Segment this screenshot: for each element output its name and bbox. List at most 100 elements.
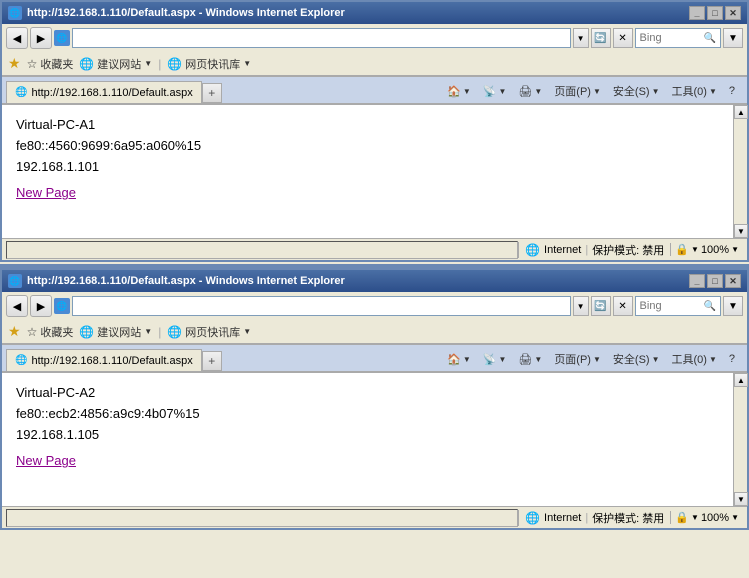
- suggest-site-2[interactable]: 🌐 建议网站 ▼: [79, 324, 152, 340]
- favorites-label-2: 收藏夹: [40, 324, 73, 340]
- safety-btn-2[interactable]: 安全(S) ▼: [609, 349, 664, 369]
- tab-label-2: http://192.168.1.110/Default.aspx: [31, 355, 192, 367]
- tools-btn-1[interactable]: 工具(0) ▼: [668, 81, 721, 101]
- status-segments-2: [6, 509, 518, 527]
- favorites-icon-1: ☆: [27, 57, 38, 71]
- refresh-icon-2[interactable]: 🔄: [591, 296, 611, 316]
- tools-label-1: 工具(0): [672, 83, 707, 99]
- safety-btn-1[interactable]: 安全(S) ▼: [609, 81, 664, 101]
- help-label-2: ?: [729, 353, 735, 365]
- quicklinks-1[interactable]: 🌐 网页快讯库 ▼: [167, 56, 251, 72]
- search-options-btn-2[interactable]: ▼: [723, 296, 743, 316]
- new-page-link-1[interactable]: New Page: [16, 185, 76, 200]
- new-tab-button-2[interactable]: +: [202, 351, 222, 371]
- protected-mode-2: 保护模式: 禁用: [592, 510, 664, 526]
- status-text-2: [6, 509, 518, 527]
- address-dropdown-1[interactable]: ▼: [573, 28, 589, 48]
- suggest-label-1: 建议网站: [97, 56, 141, 72]
- help-btn-1[interactable]: ?: [725, 83, 739, 99]
- window-title-1: http://192.168.1.110/Default.aspx - Wind…: [27, 7, 345, 19]
- scroll-up-btn-2[interactable]: ▲: [734, 373, 748, 387]
- search-button-2[interactable]: 🔍: [704, 301, 716, 312]
- refresh-icon-1[interactable]: 🔄: [591, 28, 611, 48]
- ie-logo-icon-1: 🌐: [8, 6, 22, 20]
- back-button-1[interactable]: ◀: [6, 27, 28, 49]
- scroll-down-btn-1[interactable]: ▼: [734, 224, 748, 238]
- content-main-1: Virtual-PC-A1 fe80::4560:9699:6a95:a060%…: [2, 105, 733, 238]
- zone-separator-2: |: [585, 512, 588, 524]
- tab-command-row-2: 🌐 http://192.168.1.110/Default.aspx + 🏠 …: [2, 345, 747, 371]
- minimize-button-2[interactable]: _: [689, 274, 705, 288]
- address-bar-container-2: 🌐 http://192.168.1.110/Default.aspx ▼: [54, 296, 589, 316]
- active-tab-1[interactable]: 🌐 http://192.168.1.110/Default.aspx: [6, 81, 202, 103]
- status-zone-1: 🌐 Internet | 保护模式: 禁用: [518, 242, 670, 258]
- close-button-2[interactable]: ✕: [725, 274, 741, 288]
- page-arrow-2: ▼: [593, 355, 601, 364]
- ipv6-1: fe80::4560:9699:6a95:a060%15: [16, 136, 719, 157]
- suggest-icon-1: 🌐: [79, 57, 94, 71]
- title-bar-controls-1: _ □ ✕: [689, 6, 741, 20]
- home-btn-2[interactable]: 🏠 ▼: [443, 351, 475, 368]
- home-btn-1[interactable]: 🏠 ▼: [443, 83, 475, 100]
- feeds-btn-2[interactable]: 📡 ▼: [479, 351, 511, 368]
- stop-icon-2[interactable]: ✕: [613, 296, 633, 316]
- stop-icon-1[interactable]: ✕: [613, 28, 633, 48]
- favorites-menu-1[interactable]: ☆ 收藏夹: [27, 56, 74, 72]
- back-button-2[interactable]: ◀: [6, 295, 28, 317]
- help-btn-2[interactable]: ?: [725, 351, 739, 367]
- forward-button-1[interactable]: ▶: [30, 27, 52, 49]
- nav-bar-2: ◀ ▶ 🌐 http://192.168.1.110/Default.aspx …: [2, 292, 747, 320]
- active-tab-2[interactable]: 🌐 http://192.168.1.110/Default.aspx: [6, 349, 202, 371]
- nav-right-btns-1: 🔄 ✕ 🔍 ▼: [591, 28, 743, 48]
- quicklinks-icon-1: 🌐: [167, 57, 182, 71]
- status-bar-1: 🌐 Internet | 保护模式: 禁用 🔒 ▼ 100% ▼: [2, 238, 747, 260]
- feeds-btn-1[interactable]: 📡 ▼: [479, 83, 511, 100]
- forward-button-2[interactable]: ▶: [30, 295, 52, 317]
- new-tab-button-1[interactable]: +: [202, 83, 222, 103]
- minimize-button-1[interactable]: _: [689, 6, 705, 20]
- scroll-track-2[interactable]: [734, 387, 747, 492]
- favorites-menu-2[interactable]: ☆ 收藏夹: [27, 324, 74, 340]
- fav-separator-1: |: [158, 57, 161, 71]
- favorites-bar-2: ★ ☆ 收藏夹 🌐 建议网站 ▼ | 🌐 网页快讯库 ▼: [2, 320, 747, 344]
- search-options-btn-1[interactable]: ▼: [723, 28, 743, 48]
- nav-right-btns-2: 🔄 ✕ 🔍 ▼: [591, 296, 743, 316]
- page-btn-1[interactable]: 页面(P) ▼: [550, 81, 605, 101]
- search-button-1[interactable]: 🔍: [704, 33, 716, 44]
- tab-label-1: http://192.168.1.110/Default.aspx: [31, 87, 192, 99]
- address-input-1[interactable]: http://192.168.1.110/Default.aspx: [72, 28, 571, 48]
- suggest-site-1[interactable]: 🌐 建议网站 ▼: [79, 56, 152, 72]
- new-page-link-2[interactable]: New Page: [16, 453, 76, 468]
- close-button-1[interactable]: ✕: [725, 6, 741, 20]
- print-btn-1[interactable]: 🖨 ▼: [514, 83, 546, 100]
- safety-label-1: 安全(S): [613, 83, 650, 99]
- help-label-1: ?: [729, 85, 735, 97]
- maximize-button-2[interactable]: □: [707, 274, 723, 288]
- title-bar-1: 🌐 http://192.168.1.110/Default.aspx - Wi…: [2, 2, 747, 24]
- address-input-2[interactable]: http://192.168.1.110/Default.aspx: [72, 296, 571, 316]
- zoom-label-2: 100%: [701, 512, 729, 524]
- print-btn-2[interactable]: 🖨 ▼: [514, 351, 546, 368]
- scrollbar-1: ▲ ▼: [733, 105, 747, 238]
- address-ie-icon-1: 🌐: [54, 30, 70, 46]
- address-dropdown-2[interactable]: ▼: [573, 296, 589, 316]
- nav-bar-1: ◀ ▶ 🌐 http://192.168.1.110/Default.aspx …: [2, 24, 747, 52]
- quicklinks-2[interactable]: 🌐 网页快讯库 ▼: [167, 324, 251, 340]
- suggest-arrow-1: ▼: [144, 59, 152, 68]
- page-btn-2[interactable]: 页面(P) ▼: [550, 349, 605, 369]
- search-input-1[interactable]: [640, 32, 700, 44]
- status-bar-2: 🌐 Internet | 保护模式: 禁用 🔒 ▼ 100% ▼: [2, 506, 747, 528]
- scroll-up-btn-1[interactable]: ▲: [734, 105, 748, 119]
- ie-logo-icon-2: 🌐: [8, 274, 22, 288]
- zone-icon-1: 🌐: [525, 243, 540, 257]
- star-icon-2: ★: [8, 323, 21, 340]
- maximize-button-1[interactable]: □: [707, 6, 723, 20]
- scroll-track-1[interactable]: [734, 119, 747, 224]
- tools-btn-2[interactable]: 工具(0) ▼: [668, 349, 721, 369]
- scroll-down-btn-2[interactable]: ▼: [734, 492, 748, 506]
- address-ie-icon-2: 🌐: [54, 298, 70, 314]
- quicklinks-label-1: 网页快讯库: [185, 56, 240, 72]
- search-input-2[interactable]: [640, 300, 700, 312]
- zone-icon-2: 🌐: [525, 511, 540, 525]
- browser-window-1: 🌐 http://192.168.1.110/Default.aspx - Wi…: [0, 0, 749, 262]
